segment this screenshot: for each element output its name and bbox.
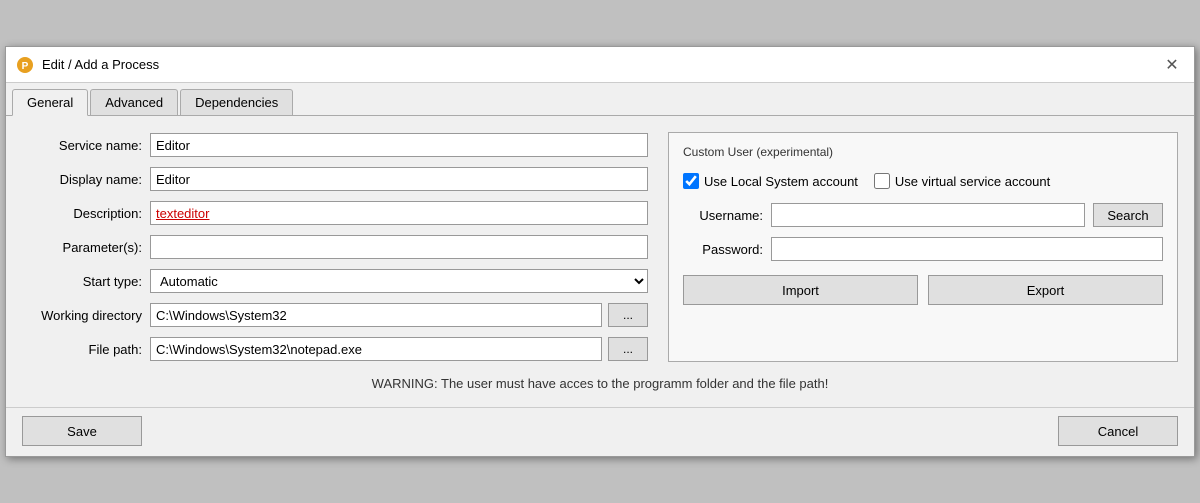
use-local-system-checkbox[interactable] [683,173,699,189]
parameters-label: Parameter(s): [22,240,142,255]
use-virtual-item: Use virtual service account [874,173,1050,189]
password-row: Password: [683,237,1163,261]
use-local-system-label: Use Local System account [704,174,858,189]
search-button[interactable]: Search [1093,203,1163,227]
main-row: Service name: Display name: Description:… [22,132,1178,362]
file-path-row: File path: ... [22,336,648,362]
import-export-row: Import Export [683,275,1163,305]
content-area: Service name: Display name: Description:… [6,116,1194,407]
export-button[interactable]: Export [928,275,1163,305]
username-input[interactable] [771,203,1085,227]
footer: Save Cancel [6,407,1194,456]
tab-advanced[interactable]: Advanced [90,89,178,115]
working-dir-label: Working directory [22,308,142,323]
start-type-label: Start type: [22,274,142,289]
left-panel: Service name: Display name: Description:… [22,132,648,362]
service-name-row: Service name: [22,132,648,158]
tabs-container: General Advanced Dependencies [6,83,1194,116]
tab-general[interactable]: General [12,89,88,116]
checkbox-row: Use Local System account Use virtual ser… [683,173,1163,189]
use-virtual-label: Use virtual service account [895,174,1050,189]
dialog-title: Edit / Add a Process [42,57,159,72]
cancel-button[interactable]: Cancel [1058,416,1178,446]
service-name-input[interactable] [150,133,648,157]
service-name-label: Service name: [22,138,142,153]
parameters-input[interactable] [150,235,648,259]
use-virtual-checkbox[interactable] [874,173,890,189]
warning-text: WARNING: The user must have acces to the… [22,362,1178,397]
import-button[interactable]: Import [683,275,918,305]
password-input[interactable] [771,237,1163,261]
start-type-row: Start type: Automatic Manual Disabled [22,268,648,294]
display-name-input[interactable] [150,167,648,191]
app-icon: P [16,56,34,74]
right-panel: Custom User (experimental) Use Local Sys… [668,132,1178,362]
description-row: Description: [22,200,648,226]
file-path-browse-button[interactable]: ... [608,337,648,361]
password-label: Password: [683,242,763,257]
display-name-label: Display name: [22,172,142,187]
description-input[interactable] [150,201,648,225]
svg-text:P: P [22,61,29,72]
description-label: Description: [22,206,142,221]
working-dir-input[interactable] [150,303,602,327]
title-bar: P Edit / Add a Process ✕ [6,47,1194,83]
start-type-select[interactable]: Automatic Manual Disabled [150,269,648,293]
save-button[interactable]: Save [22,416,142,446]
custom-user-title: Custom User (experimental) [683,145,1163,159]
working-dir-row: Working directory ... [22,302,648,328]
tab-dependencies[interactable]: Dependencies [180,89,293,115]
username-label: Username: [683,208,763,223]
close-button[interactable]: ✕ [1160,53,1184,77]
username-row: Username: Search [683,203,1163,227]
display-name-row: Display name: [22,166,648,192]
parameters-row: Parameter(s): [22,234,648,260]
file-path-label: File path: [22,342,142,357]
file-path-input[interactable] [150,337,602,361]
use-local-system-item: Use Local System account [683,173,858,189]
dialog-window: P Edit / Add a Process ✕ General Advance… [5,46,1195,457]
working-dir-browse-button[interactable]: ... [608,303,648,327]
